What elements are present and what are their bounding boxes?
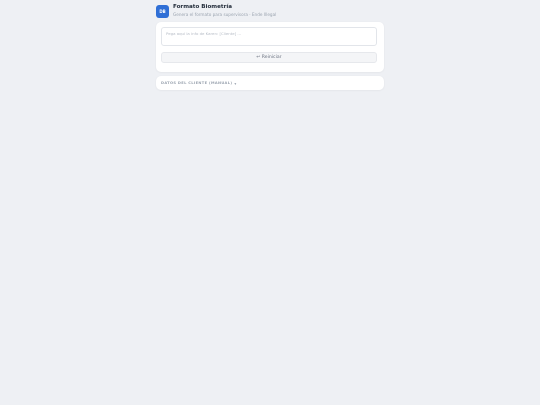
client-data-label: DATOS DEL CLIENTE (MANUAL) (161, 81, 233, 85)
paste-info-textarea[interactable] (161, 27, 377, 46)
input-card: ↩ Reiniciar (156, 22, 384, 72)
app-logo: DB (156, 4, 169, 18)
app-title: Formato Biometría (173, 4, 233, 11)
app-header: DB Formato Biometría Genera el formato p… (156, 4, 384, 18)
undo-icon: ↩ (256, 55, 261, 60)
reset-button-label: Reiniciar (261, 55, 282, 60)
reset-button[interactable]: ↩ Reiniciar (161, 52, 377, 63)
header-titles: Formato Biometría Genera el formato para… (173, 4, 277, 17)
app-container: DB Formato Biometría Genera el formato p… (156, 4, 384, 90)
client-data-toggle[interactable]: DATOS DEL CLIENTE (MANUAL) ▾ (161, 81, 237, 86)
chevron-down-icon: ▾ (234, 80, 237, 86)
app-subtitle: Genera el formato para supervisora · End… (173, 11, 277, 17)
client-data-section[interactable]: DATOS DEL CLIENTE (MANUAL) ▾ (156, 76, 384, 90)
